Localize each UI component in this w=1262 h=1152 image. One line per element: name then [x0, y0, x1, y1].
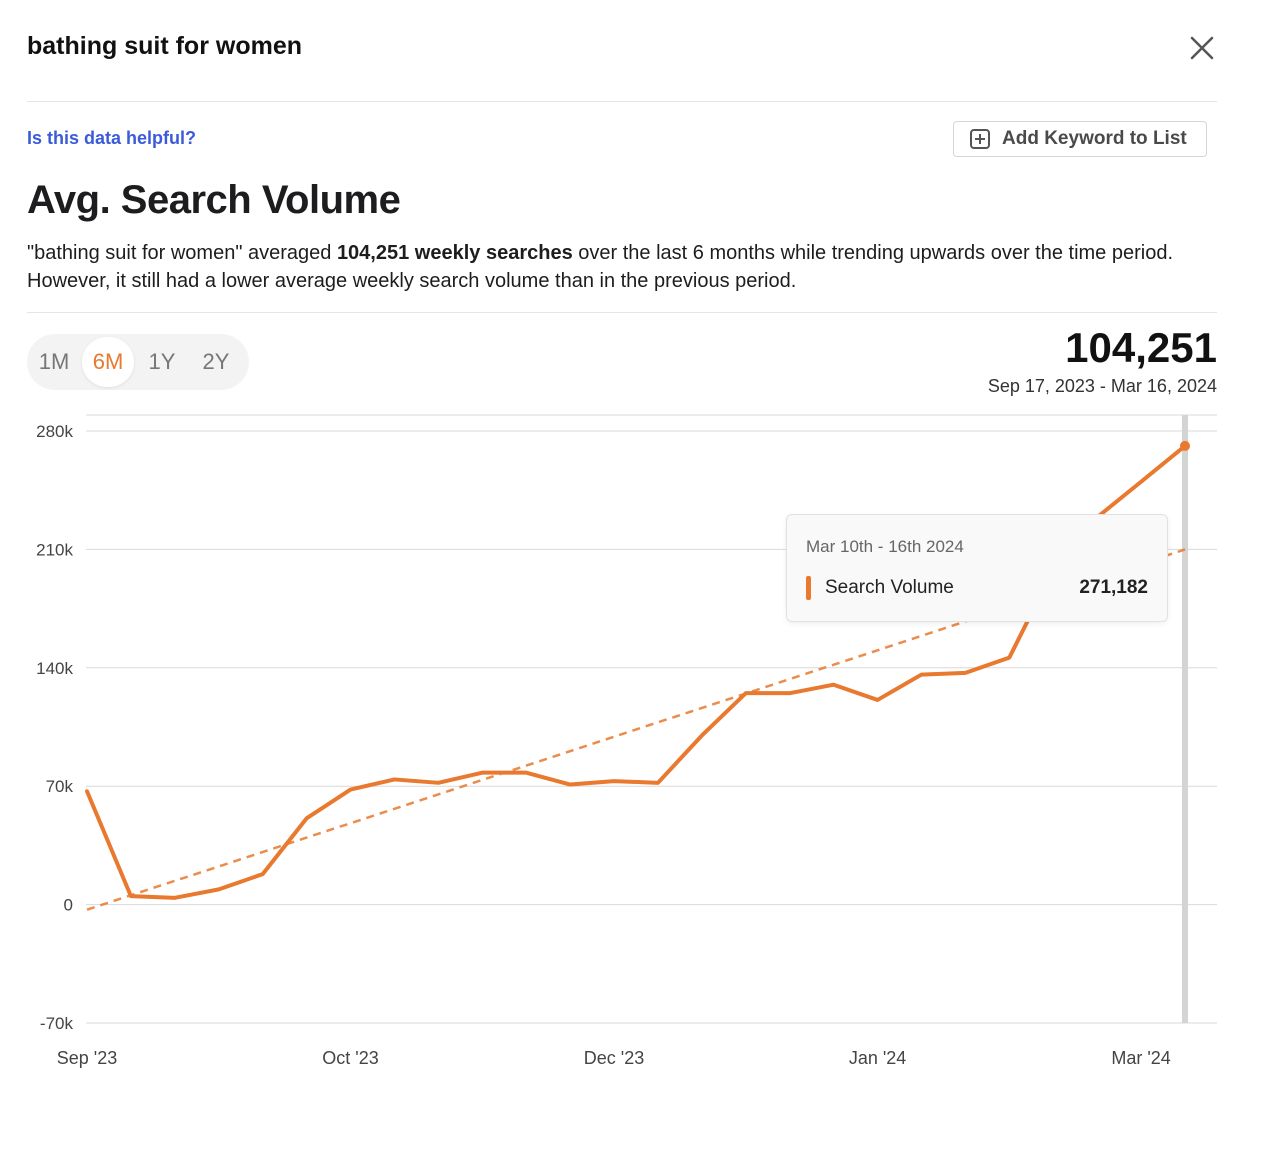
highlight-point	[1180, 440, 1190, 451]
range-tab-1y[interactable]: 1Y	[135, 337, 189, 387]
tooltip-value: 271,182	[1079, 577, 1148, 598]
range-selector: 1M 6M 1Y 2Y	[27, 334, 249, 390]
feedback-link[interactable]: Is this data helpful?	[27, 128, 196, 149]
summary-date-range: Sep 17, 2023 - Mar 16, 2024	[987, 376, 1217, 396]
dialog-title: bathing suit for women	[27, 32, 302, 60]
search-volume-chart: 280k 210k 140k 70k 0 -70k Sep '23 Oct '23 Dec '2…	[36, 414, 1217, 1068]
x-tick-label: Sep '23	[57, 1048, 118, 1068]
range-tab-6m[interactable]: 6M	[82, 337, 134, 387]
tooltip-date: Mar 10th - 16th 2024	[806, 537, 964, 556]
x-tick-label: Mar '24	[1111, 1048, 1170, 1068]
x-tick-label: Oct '23	[322, 1048, 378, 1068]
add-keyword-button[interactable]: Add Keyword to List	[953, 121, 1207, 157]
description-divider	[27, 312, 1217, 313]
summary-value: 104,251	[1065, 324, 1217, 371]
chart-tooltip: Mar 10th - 16th 2024 Search Volume 271,1…	[786, 514, 1168, 622]
range-tab-2y[interactable]: 2Y	[189, 337, 243, 387]
description: "bathing suit for women" averaged 104,25…	[27, 239, 1217, 295]
description-bold: 104,251 weekly searches	[336, 242, 573, 264]
add-keyword-label: Add Keyword to List	[1002, 128, 1187, 149]
y-tick-label: 70k	[46, 777, 74, 796]
tooltip-series-label: Search Volume	[825, 577, 954, 598]
tooltip-series-swatch	[806, 576, 811, 600]
close-icon[interactable]	[1184, 30, 1220, 66]
y-tick-label: 280k	[36, 422, 73, 441]
y-tick-label: -70k	[40, 1014, 74, 1033]
header-divider	[27, 101, 1217, 102]
description-part1: "bathing suit for women" averaged	[27, 242, 337, 264]
section-title: Avg. Search Volume	[27, 178, 401, 222]
x-tick-label: Dec '23	[584, 1048, 644, 1068]
y-tick-label: 210k	[36, 540, 73, 559]
plus-icon	[970, 129, 990, 149]
range-tab-1m[interactable]: 1M	[27, 337, 81, 387]
y-tick-label: 140k	[36, 659, 73, 678]
y-tick-label: 0	[64, 896, 73, 915]
x-tick-label: Jan '24	[849, 1048, 906, 1068]
